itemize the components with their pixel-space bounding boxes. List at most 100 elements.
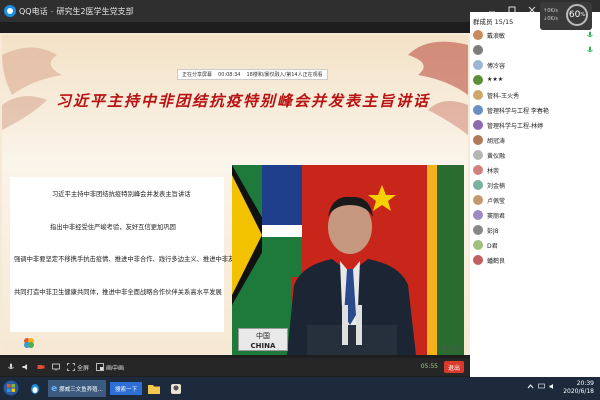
photo-caption: 新华社	[441, 346, 460, 353]
taskbar-ie-label: 挪威三文鱼养殖...	[59, 386, 103, 393]
slide-background: 正在分享屏幕 00:08:34 18楼和/暴仅融入/第14人正在观看 习近平主持…	[2, 35, 468, 355]
taskbar-folder[interactable]	[146, 380, 162, 397]
member-row[interactable]: 卢佩莹	[470, 193, 600, 207]
member-name: 刘金楠	[487, 183, 506, 190]
speaking-mic-icon	[587, 31, 593, 38]
member-name: 蟠鹤良	[487, 258, 506, 265]
member-row[interactable]: 管科-王火秀	[470, 88, 600, 102]
folder-icon	[148, 384, 160, 394]
member-name: 彭J8	[487, 228, 499, 235]
member-row[interactable]: 戴浪敏	[470, 28, 600, 42]
mic-button[interactable]	[7, 363, 15, 371]
shared-screen: 正在分享屏幕 00:08:34 18楼和/暴仅融入/第14人正在观看 习近平主持…	[0, 33, 470, 355]
news-photo: 中国 CHINA 新华社	[232, 165, 464, 355]
member-row[interactable]: 管理科学与工程-林婷	[470, 118, 600, 132]
avatar	[473, 120, 483, 130]
member-row[interactable]: ★★★	[470, 73, 600, 87]
member-row[interactable]: 管理科学与工程 李春艳	[470, 103, 600, 117]
speaker-button[interactable]	[22, 363, 30, 371]
avatar	[473, 45, 483, 55]
pip-label: 画中画	[106, 364, 125, 372]
member-panel: 群成员 15/15 戴浪敏傅冷容 ★★★ 管科-王火秀 管理科学与工程 李春艳管理科学…	[470, 12, 600, 377]
pip-button[interactable]: 画中画	[96, 363, 124, 372]
member-row[interactable]: 刘金楠	[470, 178, 600, 192]
qq-icon	[4, 5, 16, 17]
member-name: 胡冠涛	[487, 138, 506, 145]
share-status: 正在分享屏幕	[182, 72, 213, 78]
member-name: 戴浪敏	[487, 33, 506, 40]
member-name: 窦丽君	[487, 213, 506, 220]
member-name: 卢佩莹	[487, 198, 506, 205]
speed-rates: ↑0K/s ↓0K/s	[543, 7, 558, 23]
avatar	[473, 165, 483, 175]
call-toolbar: 全屏 画中画 05:55 退出	[0, 358, 470, 376]
screen-share-button[interactable]	[52, 363, 60, 371]
qq-icon	[31, 383, 39, 394]
taskbar-qq[interactable]	[26, 380, 44, 397]
avatar	[473, 60, 483, 70]
taskbar-ie[interactable]: e 挪威三文鱼养殖...	[48, 380, 106, 397]
member-count-header: 群成员 15/15	[473, 18, 514, 26]
speed-percent: 60	[568, 10, 581, 20]
taskbar-qq-chat[interactable]	[168, 380, 184, 397]
member-row[interactable]: D君	[470, 238, 600, 252]
member-row[interactable]: 黄仪融	[470, 148, 600, 162]
call-duration: 05:55	[420, 363, 438, 370]
exit-button[interactable]: 退出	[444, 361, 464, 373]
name-plate-en: CHINA	[250, 342, 276, 350]
speed-unit: %	[580, 12, 586, 18]
member-name: 林崇	[487, 168, 500, 175]
member-row[interactable]: 林崇	[470, 163, 600, 177]
slide-line-3: 强调中非要坚定不移携手抗击疫情、推进中非合作、践行多边主义、推进中非友好，	[14, 256, 247, 263]
avatar	[473, 90, 483, 100]
network-speed-widget[interactable]: ↑0K/s ↓0K/s 60%	[540, 2, 592, 30]
member-name: D君	[487, 243, 498, 250]
speed-gauge: 60%	[566, 4, 588, 26]
member-row[interactable]: 彭J8	[470, 223, 600, 237]
slide-text-box: 习近平主持中非团结抗疫特别峰会并发表主旨讲话 指出中非经受住严峻考验，友好互信更…	[10, 177, 247, 332]
avatar	[473, 255, 483, 265]
avatar	[473, 180, 483, 190]
qq-chat-icon	[171, 383, 181, 394]
camera-button[interactable]	[37, 363, 45, 371]
volume-icon[interactable]	[549, 383, 556, 390]
name-plate-cn: 中国	[256, 332, 270, 340]
avatar	[473, 195, 483, 205]
camera-off-icon	[37, 365, 45, 369]
taskbar-clock[interactable]: 20:39 2020/6/18	[563, 380, 594, 396]
country-name-plate: 中国 CHINA	[238, 328, 288, 351]
network-icon[interactable]	[538, 383, 545, 390]
tray-arrow-icon[interactable]	[527, 383, 534, 390]
fullscreen-button[interactable]: 全屏	[67, 363, 89, 372]
fullscreen-label: 全屏	[77, 364, 90, 372]
avatar	[473, 150, 483, 160]
pinwheel-logo-icon	[24, 338, 34, 348]
start-icon[interactable]	[3, 380, 19, 396]
avatar	[473, 30, 483, 40]
taskbar-search[interactable]: 搜索一下	[110, 382, 142, 395]
avatar	[473, 210, 483, 220]
slide-line-2: 指出中非经受住严峻考验，友好互信更加巩固	[50, 224, 176, 231]
mic-icon	[8, 363, 14, 370]
slide-line-4: 共同打造中非卫生健康共同体，推进中非全面战略合作伙伴关系高水平发展	[14, 289, 222, 296]
meeting-status-bar: 正在分享屏幕 00:08:34 18楼和/暴仅融入/第14人正在观看	[177, 69, 328, 80]
member-name: 黄仪融	[487, 153, 506, 160]
member-row[interactable]	[470, 43, 600, 57]
member-row[interactable]: 窦丽君	[470, 208, 600, 222]
member-row[interactable]: 蟠鹤良	[470, 253, 600, 267]
speaking-mic-icon	[587, 46, 593, 53]
member-row[interactable]: 胡冠涛	[470, 133, 600, 147]
member-row[interactable]: 傅冷容	[470, 58, 600, 72]
windows-taskbar: e 挪威三文鱼养殖... 搜索一下 20:39 2020/6/18	[0, 377, 600, 400]
speaker-icon	[22, 364, 27, 370]
slide-title: 习近平主持中非团结抗疫特别峰会并发表主旨讲话	[55, 92, 430, 110]
avatar	[473, 225, 483, 235]
avatar	[473, 135, 483, 145]
elapsed-time: 00:08:34	[218, 71, 241, 78]
avatar	[473, 105, 483, 115]
fullscreen-icon	[67, 363, 75, 371]
clock-date: 2020/6/18	[563, 388, 594, 395]
download-rate: 0K/s	[547, 16, 558, 22]
title-separator: -	[50, 6, 54, 16]
member-name: 管理科学与工程-林婷	[487, 123, 544, 130]
